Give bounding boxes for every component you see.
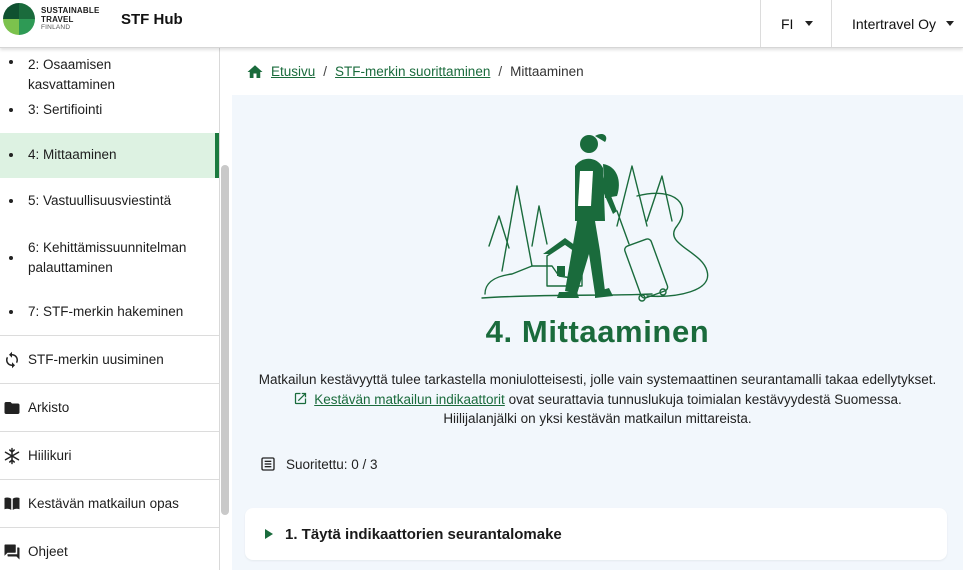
sidebar-item-arkisto[interactable]: Arkisto xyxy=(0,383,219,431)
main-content: Etusivu / STF-merkin suorittaminen / Mit… xyxy=(232,48,963,570)
sidebar-scrollbar[interactable] xyxy=(221,165,229,515)
caret-down-icon xyxy=(946,21,955,26)
breadcrumb: Etusivu / STF-merkin suorittaminen / Mit… xyxy=(232,48,963,95)
organization-value: Intertravel Oy xyxy=(852,15,937,32)
bullet-icon xyxy=(9,60,13,64)
sidebar-item-osaamisen-kasvattaminen[interactable]: 2: Osaamisen kasvattaminen xyxy=(0,48,219,92)
page-title: 4. Mittaaminen xyxy=(485,314,710,349)
bullet-icon xyxy=(9,108,13,112)
logo-line-3: FINLAND xyxy=(41,24,71,31)
sidebar-item-stf-merkin-uusiminen[interactable]: STF-merkin uusiminen xyxy=(0,335,219,383)
sidebar-item-ohjeet[interactable]: Ohjeet xyxy=(0,527,219,570)
sidebar-item-label: STF-merkin uusiminen xyxy=(28,352,164,367)
breadcrumb-current: Mittaaminen xyxy=(510,64,584,79)
sidebar-item-stf-merkin-hakeminen[interactable]: 7: STF-merkin hakeminen xyxy=(0,290,219,335)
app-title[interactable]: STF Hub xyxy=(121,11,183,28)
sidebar: 2: Osaamisen kasvattaminen 3: Sertifioin… xyxy=(0,48,220,570)
bullet-icon xyxy=(9,153,13,157)
sidebar-item-mittaaminen[interactable]: 4: Mittaaminen xyxy=(0,133,219,178)
sidebar-item-label: 7: STF-merkin hakeminen xyxy=(28,304,184,319)
sidebar-item-label: 6: Kehittämissuunnitelman palauttaminen xyxy=(28,240,187,275)
stf-logo-icon[interactable] xyxy=(3,3,35,35)
indicators-link[interactable]: Kestävän matkailun indikaattorit xyxy=(314,392,505,407)
breadcrumb-separator: / xyxy=(498,64,503,79)
progress-status: Suoritettu: 0 / 3 xyxy=(260,456,378,472)
description: Matkailun kestävyyttä tulee tarkastella … xyxy=(232,370,963,429)
sidebar-item-label: 4: Mittaaminen xyxy=(28,147,117,162)
breadcrumb-home-link[interactable]: Etusivu xyxy=(271,64,315,79)
sidebar-item-kestavan-matkailun-opas[interactable]: Kestävän matkailun opas xyxy=(0,479,219,527)
snowflake-icon xyxy=(3,447,21,465)
caret-down-icon xyxy=(805,21,814,26)
description-line-3: Hiilijalanjälki on yksi kestävän matkail… xyxy=(443,411,752,426)
expand-triangle-icon xyxy=(265,529,273,539)
sidebar-item-label: 3: Sertifiointi xyxy=(28,102,103,117)
logo-line-2: TRAVEL xyxy=(41,14,74,24)
task-accordion[interactable]: 1. Täytä indikaattorien seurantalomake xyxy=(245,508,947,560)
sidebar-item-hiilikuri[interactable]: Hiilikuri xyxy=(0,431,219,479)
sidebar-item-vastuullisuusviestinta[interactable]: 5: Vastuullisuusviestintä xyxy=(0,178,219,225)
task-title: 1. Täytä indikaattorien seurantalomake xyxy=(285,525,562,543)
chat-icon xyxy=(3,543,21,561)
description-line-1: Matkailun kestävyyttä tulee tarkastella … xyxy=(258,372,937,387)
sidebar-item-label: Kestävän matkailun opas xyxy=(28,496,179,511)
bullet-icon xyxy=(9,199,13,203)
organization-select[interactable]: Intertravel Oy xyxy=(831,0,963,47)
sidebar-item-sertifiointi[interactable]: 3: Sertifiointi xyxy=(0,88,219,133)
sidebar-item-label: Arkisto xyxy=(28,400,70,415)
traveler-illustration xyxy=(481,133,709,302)
breadcrumb-parent-link[interactable]: STF-merkin suorittaminen xyxy=(335,64,490,79)
external-link-icon[interactable] xyxy=(293,391,308,406)
refresh-icon xyxy=(3,351,21,369)
list-icon xyxy=(261,457,275,471)
bullet-icon xyxy=(9,310,13,314)
sidebar-item-kehittamissuunnitelman-palauttaminen[interactable]: 6: Kehittämissuunnitelman palauttaminen xyxy=(0,228,219,288)
progress-text: Suoritettu: 0 / 3 xyxy=(286,456,378,472)
folder-icon xyxy=(3,399,21,417)
language-value: FI xyxy=(781,15,794,32)
sidebar-item-label: Hiilikuri xyxy=(28,448,72,463)
description-line-2-rest: ovat seurattavia tunnuslukuja toimialan … xyxy=(504,391,902,407)
top-bar: SUSTAINABLE TRAVEL FINLAND STF Hub FI In… xyxy=(0,0,963,48)
bullet-icon xyxy=(9,256,13,260)
sidebar-item-label: 5: Vastuullisuusviestintä xyxy=(28,193,172,208)
language-select[interactable]: FI xyxy=(760,0,831,47)
sidebar-item-label: Ohjeet xyxy=(28,544,68,559)
home-icon[interactable] xyxy=(246,63,264,81)
description-line-2: Kestävän matkailun indikaattorit ovat se… xyxy=(232,390,963,410)
logo-text[interactable]: SUSTAINABLE TRAVEL FINLAND xyxy=(41,6,100,33)
book-icon xyxy=(3,495,21,513)
breadcrumb-separator: / xyxy=(323,64,328,79)
